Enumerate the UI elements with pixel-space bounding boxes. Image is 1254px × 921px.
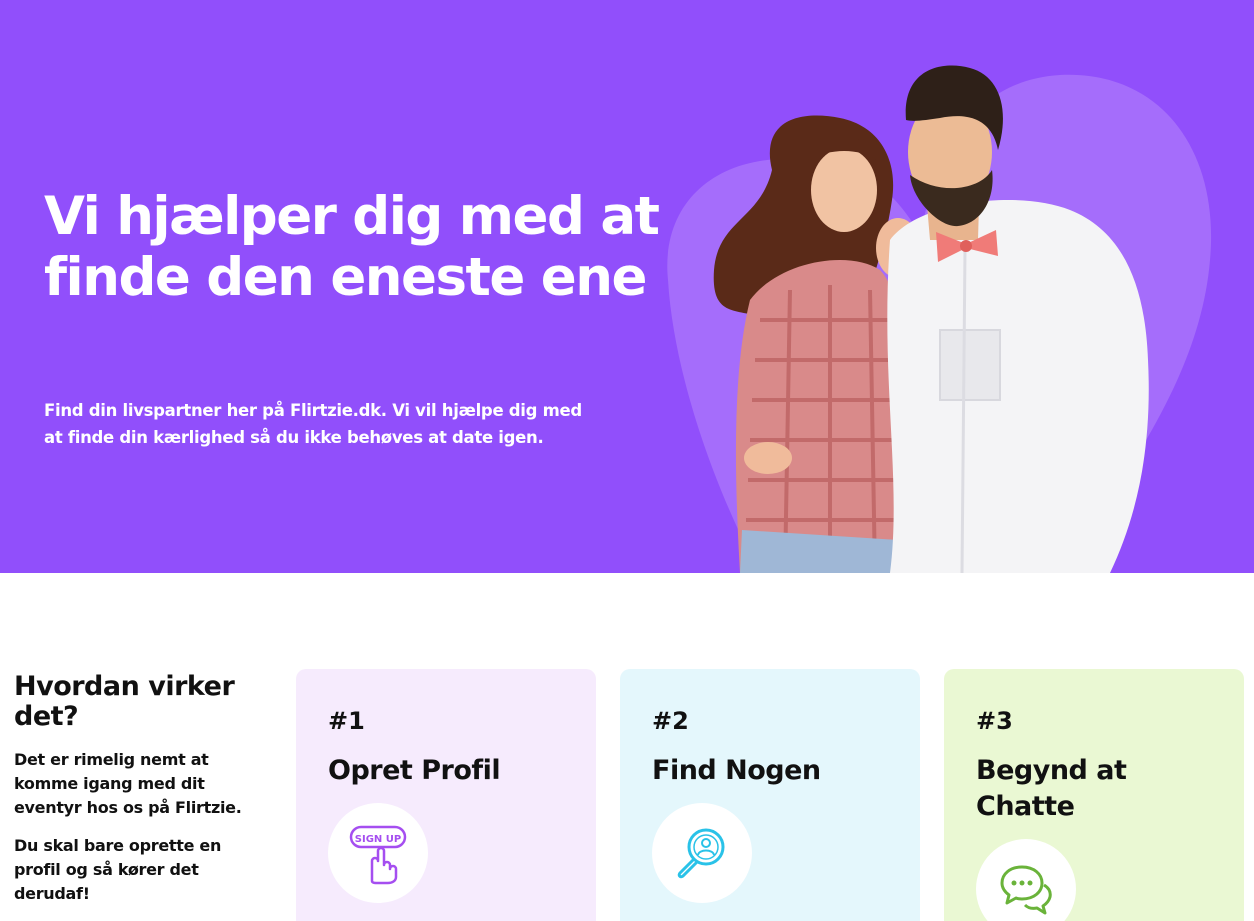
sign-up-icon-text: SIGN UP — [355, 834, 401, 845]
step-number: #3 — [976, 707, 1013, 735]
step-number: #2 — [652, 707, 689, 735]
how-it-works-paragraph-2: Du skal bare oprette en profil og så kør… — [14, 836, 222, 903]
step-title: Find Nogen — [652, 755, 821, 786]
chat-bubbles-icon — [976, 839, 1076, 921]
search-person-icon — [652, 803, 752, 903]
couple-photo — [667, 65, 1212, 573]
step-card-3: #3 Begynd at Chatte — [944, 669, 1244, 921]
step-card-1: #1 Opret Profil SIGN UP — [296, 669, 596, 921]
how-it-works-paragraph-1: Det er rimelig nemt at komme igang med d… — [14, 750, 242, 817]
hero-title: Vi hjælper dig med at finde den eneste e… — [44, 186, 660, 308]
how-it-works: Hvordan virker det? Det er rimelig nemt … — [14, 672, 264, 906]
step-title: Opret Profil — [328, 755, 501, 786]
hero-subtitle: Find din livspartner her på Flirtzie.dk.… — [44, 401, 582, 447]
step-number: #1 — [328, 707, 365, 735]
how-it-works-title: Hvordan virker det? — [14, 671, 235, 732]
sign-up-icon: SIGN UP — [328, 803, 428, 903]
hero-section: Vi hjælper dig med at finde den eneste e… — [0, 0, 1254, 573]
step-title: Begynd at Chatte — [976, 755, 1127, 822]
step-card-2: #2 Find Nogen — [620, 669, 920, 921]
